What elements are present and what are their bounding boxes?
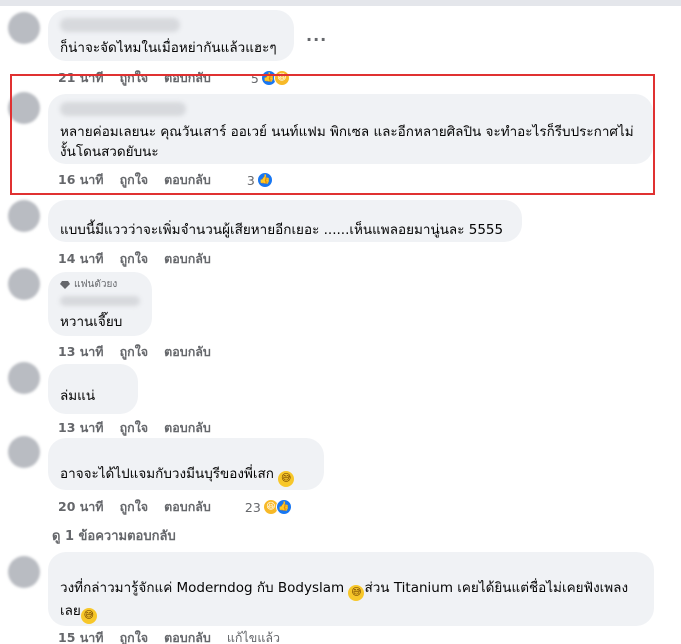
reply-button[interactable]: ตอบกลับ [164,418,211,438]
reaction-count: 5 [250,70,259,86]
grin-sweat-emoji: 😅 [80,608,97,624]
comment-text: หลายค่อมเลยนะ คุณวันเสาร์ ออเวย์ นนท์แฟม… [60,124,634,160]
fan-badge: แฟนตัวยง [60,277,140,292]
more-options-icon[interactable]: ... [306,26,327,45]
avatar[interactable] [8,268,40,300]
comment-text: วงที่กล่าวมารู้จักแค่ Moderndog กับ Body… [60,578,642,624]
like-icon: 👍 [256,172,273,188]
view-replies-label: ดู 1 ข้อความตอบกลับ [52,529,176,544]
reaction-count: 23 [244,499,261,515]
comment-text: ล่มแน่ [60,388,96,404]
author-name-blurred[interactable] [60,296,140,306]
avatar[interactable] [8,200,40,232]
reply-button[interactable]: ตอบกลับ [164,497,211,517]
reply-button[interactable]: ตอบกลับ [164,342,211,362]
grin-sweat-emoji: 😅 [348,585,365,601]
comment-text: ก็น่าจะจัดไหมในเมื่อหย่ากันแล้วแฮะๆ [60,40,277,56]
comment-actions: 20 นาที ถูกใจ ตอบกลับ 23 😆 👍 [58,497,292,517]
comment-actions: 13 นาที ถูกใจ ตอบกลับ [58,418,211,438]
comment-bubble: หลายค่อมเลยนะ คุณวันเสาร์ ออเวย์ นนท์แฟม… [48,94,653,164]
reply-button[interactable]: ตอบกลับ [164,628,211,644]
haha-icon: 😆 [273,70,290,86]
comment-text-body: อาจจะได้ไปแจมกับวงมีนบุรีของพี่เสก [60,466,274,482]
like-button[interactable]: ถูกใจ [120,418,149,438]
comment-actions: 15 นาที ถูกใจ ตอบกลับ แก้ไขแล้ว [58,628,280,644]
reply-button[interactable]: ตอบกลับ [164,170,211,190]
comment-time[interactable]: 20 นาที [58,497,104,517]
badge-label: แฟนตัวยง [74,279,118,290]
edited-label: แก้ไขแล้ว [226,630,281,644]
avatar[interactable] [8,12,40,44]
comment-actions: 16 นาที ถูกใจ ตอบกลับ 3 👍 [58,170,273,190]
comment-time[interactable]: 14 นาที [58,249,104,269]
author-name-blurred[interactable] [60,18,180,32]
comment-bubble: แบบนี้มีแววว่าจะเพิ่มจำนวนผู้เสียหายอีกเ… [48,200,522,242]
comment-time[interactable]: 16 นาที [58,170,104,190]
like-button[interactable]: ถูกใจ [120,497,149,517]
avatar[interactable] [8,436,40,468]
reply-button[interactable]: ตอบกลับ [164,68,211,88]
view-replies-link[interactable]: ดู 1 ข้อความตอบกลับ [52,525,176,546]
comment-time[interactable]: 15 นาที [58,628,104,644]
comment-text-part1: วงที่กล่าวมารู้จักแค่ Moderndog กับ Body… [60,580,345,596]
comment-bubble: ก็น่าจะจัดไหมในเมื่อหย่ากันแล้วแฮะๆ [48,10,294,61]
reaction-summary[interactable]: 3 👍 [247,172,273,188]
grin-sweat-emoji: 😅 [278,471,295,487]
reaction-summary[interactable]: 5 👍 😆 [251,70,290,86]
like-button[interactable]: ถูกใจ [120,628,149,644]
comment-text: หวานเจี๊ยบ [60,314,123,330]
diamond-icon [60,280,70,289]
comment-time[interactable]: 13 นาที [58,342,104,362]
reply-button[interactable]: ตอบกลับ [164,249,211,269]
comment-text: อาจจะได้ไปแจมกับวงมีนบุรีของพี่เสก 😅 [60,464,312,487]
comment-actions: 13 นาที ถูกใจ ตอบกลับ [58,342,211,362]
comment-bubble: ล่มแน่ [48,364,138,414]
comment-time[interactable]: 21 นาที [58,68,104,88]
comment-actions: 21 นาที ถูกใจ ตอบกลับ 5 👍 😆 [58,68,290,88]
avatar[interactable] [8,556,40,588]
comment-time[interactable]: 13 นาที [58,418,104,438]
comment-bubble: อาจจะได้ไปแจมกับวงมีนบุรีของพี่เสก 😅 [48,438,324,490]
reaction-summary[interactable]: 23 😆 👍 [245,499,292,515]
avatar[interactable] [8,362,40,394]
like-button[interactable]: ถูกใจ [120,170,149,190]
avatar[interactable] [8,92,40,124]
top-divider [0,0,681,6]
comment-text: แบบนี้มีแววว่าจะเพิ่มจำนวนผู้เสียหายอีกเ… [60,222,504,238]
comment-bubble: แฟนตัวยง หวานเจี๊ยบ [48,272,152,336]
like-icon: 👍 [275,499,292,515]
comment-actions: 14 นาที ถูกใจ ตอบกลับ [58,249,211,269]
like-button[interactable]: ถูกใจ [120,342,149,362]
like-button[interactable]: ถูกใจ [120,249,149,269]
reaction-count: 3 [246,172,255,188]
author-name-blurred[interactable] [60,102,186,116]
comment-bubble: วงที่กล่าวมารู้จักแค่ Moderndog กับ Body… [48,552,654,626]
like-button[interactable]: ถูกใจ [120,68,149,88]
